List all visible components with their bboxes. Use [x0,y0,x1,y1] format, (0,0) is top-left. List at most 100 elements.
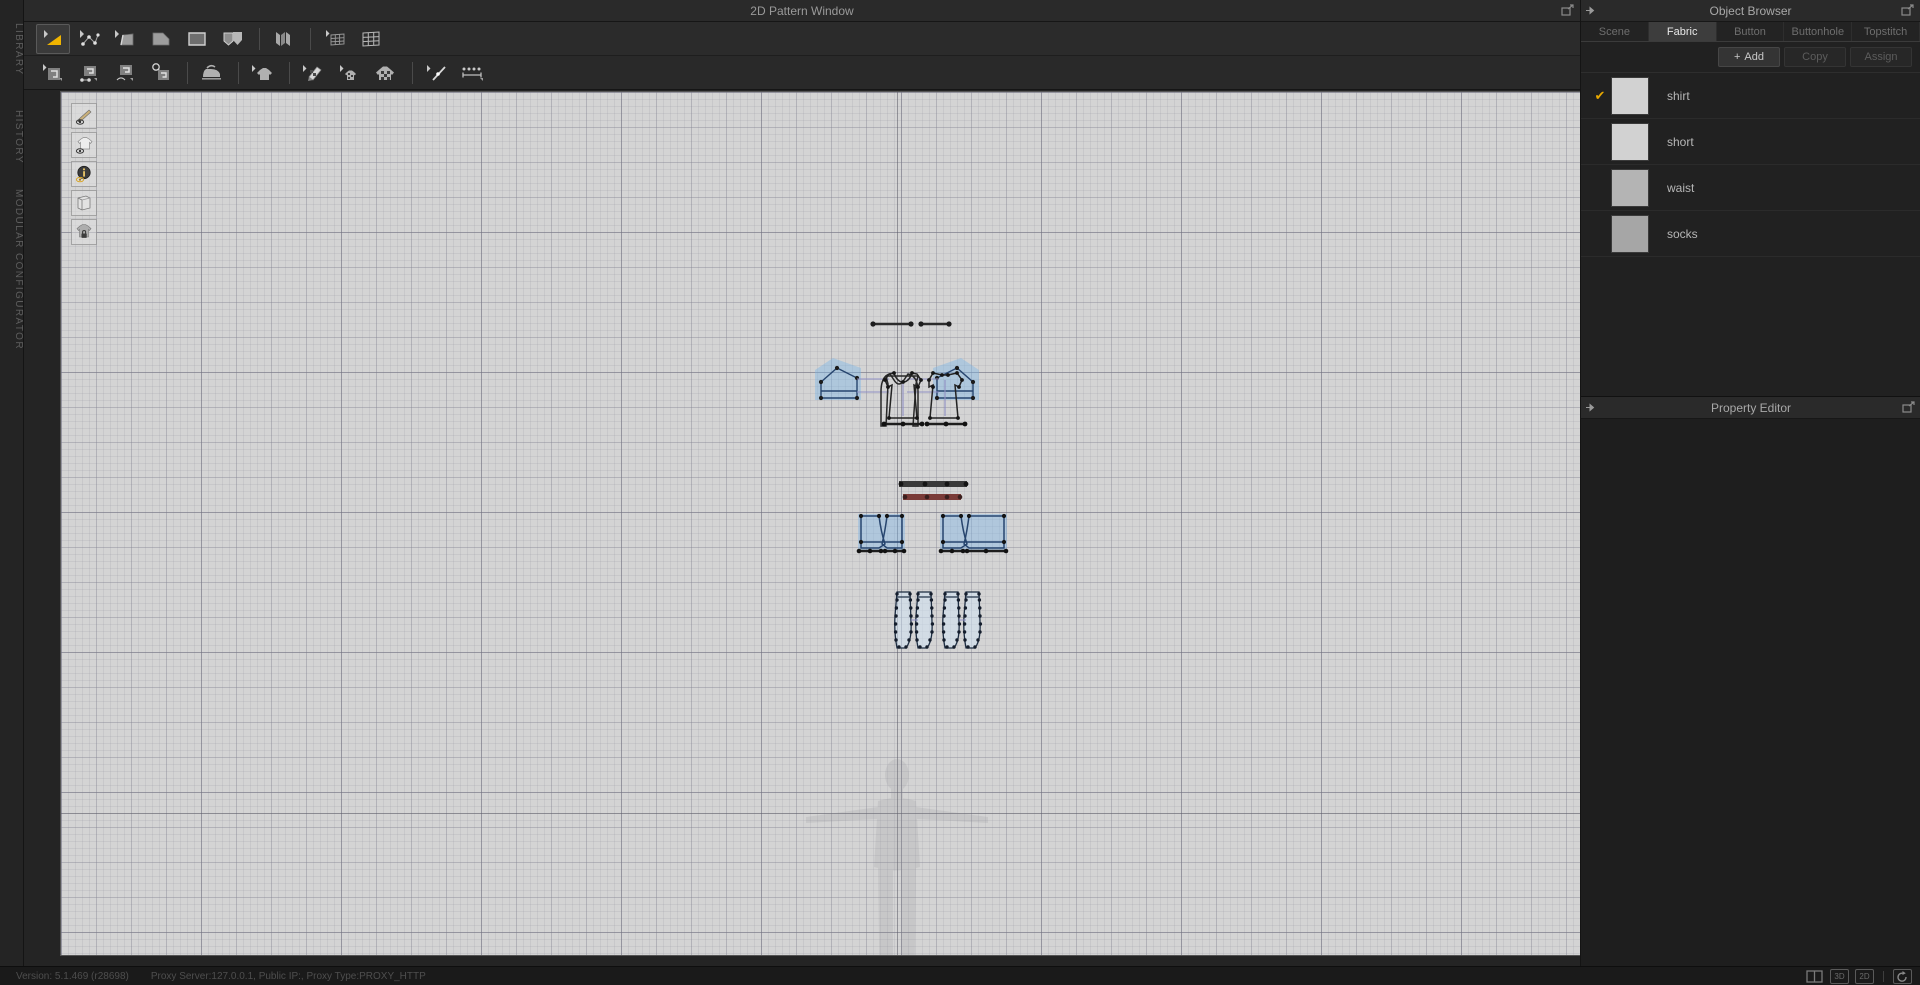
property-editor-title: Property Editor [1710,400,1792,415]
sidebar-item-modular-configurator[interactable]: MODULAR CONFIGURATOR [0,184,24,354]
measure-tool[interactable] [420,58,454,88]
add-fabric-label: Add [1744,51,1764,63]
polygon-select-tool[interactable] [36,23,70,54]
toolbar-separator [412,61,413,84]
fill-mesh-tool[interactable] [354,24,388,54]
sock-panel-3 [941,591,962,649]
status-divider [1883,971,1884,982]
pattern-window-titlebar: 2D Pattern Window [24,0,1580,22]
pattern-pieces-group[interactable] [61,92,1598,956]
assign-fabric-label: Assign [1864,51,1898,63]
view-mode-buttons: 3D 2D [1805,967,1912,985]
fabric-swatch[interactable] [1611,122,1649,161]
fabric-row-socks[interactable]: socks [1581,211,1920,257]
property-editor-panel: Property Editor [1581,396,1920,969]
fabric-swatch[interactable] [1611,214,1649,253]
select-garment-tool[interactable] [246,58,280,88]
segment-sewing-tool[interactable] [36,58,70,88]
fabric-label: waist [1667,180,1695,195]
plus-icon: + [1733,51,1741,63]
toolbar-separator [259,27,260,50]
view-3d-button[interactable]: 3D [1830,969,1849,984]
version-label: Version: 5.1.469 (r28698) [16,970,129,982]
sidebar-item-library[interactable]: LIBRARY [0,8,24,90]
check-sewing-tool[interactable] [144,58,178,88]
toolbar-separator [238,61,239,84]
waistband-dark[interactable] [898,481,969,487]
fabric-selected-check[interactable]: ✔ [1589,88,1611,104]
object-browser-header: Object Browser [1581,0,1920,22]
tab-topstitch[interactable]: Topstitch [1852,22,1920,41]
edit-curve-tool[interactable] [108,24,142,54]
copy-fabric-button[interactable]: Copy [1784,47,1846,67]
toolbar-row-1 [24,22,1580,56]
add-fabric-button[interactable]: + Add [1718,47,1780,67]
left-vertical-rail: LIBRARY HISTORY MODULAR CONFIGURATOR [0,0,24,966]
property-editor-header: Property Editor [1581,397,1920,419]
print-layout-tool[interactable] [333,58,367,88]
sidebar-item-label: MODULAR CONFIGURATOR [13,188,24,350]
toolbar-separator [289,61,290,84]
pin-icon[interactable] [1585,5,1596,19]
sidebar-item-label: HISTORY [13,110,24,164]
tab-label: Scene [1598,25,1630,38]
toolbar-row-2 [24,56,1580,90]
create-polygon-tool[interactable] [144,24,178,54]
fold-arrangement-tool[interactable] [195,58,229,88]
pleat-tool[interactable] [267,24,301,54]
short-panel-right [940,514,1007,552]
waistband-maroon[interactable] [902,494,963,500]
tab-label: Fabric [1666,25,1698,38]
assign-fabric-button[interactable]: Assign [1850,47,1912,67]
float-window-icon[interactable] [1561,4,1574,17]
tab-buttonhole[interactable]: Buttonhole [1784,22,1853,41]
fabric-label: short [1667,134,1694,149]
edit-mesh-tool[interactable] [318,24,352,54]
tab-label: Button [1734,25,1766,38]
fabric-row-short[interactable]: short [1581,119,1920,165]
edit-point-tool[interactable] [72,24,106,54]
shirt-sleeve-left [815,358,861,400]
float-object-browser-icon[interactable] [1901,4,1914,17]
m-to-n-sewing-tool[interactable] [108,58,142,88]
texture-edit-tool[interactable] [297,58,331,88]
view-2d-label: 2D [1859,972,1870,981]
fabric-label: socks [1667,226,1698,241]
sidebar-item-history[interactable]: HISTORY [0,96,24,178]
float-property-editor-icon[interactable] [1902,401,1915,414]
reset-view-button[interactable] [1893,969,1912,984]
view-2d-button[interactable]: 2D [1855,969,1874,984]
tab-label: Topstitch [1863,25,1908,38]
free-sewing-tool[interactable] [72,58,106,88]
internal-polygon-tool[interactable] [216,24,250,54]
sock-panel-1 [893,591,914,649]
object-browser-tabs: Scene Fabric Button Buttonhole Topstitch [1581,22,1920,42]
split-view-button[interactable] [1805,969,1824,984]
sidebar-item-label: LIBRARY [13,22,24,76]
fabric-swatch[interactable] [1611,76,1649,115]
pin-icon[interactable] [1585,402,1596,416]
create-rectangle-tool[interactable] [180,24,214,54]
page-title: 2D Pattern Window [750,3,854,18]
property-editor-body [1581,419,1920,969]
fabric-action-buttons: + Add Copy Assign [1581,42,1920,72]
tab-fabric[interactable]: Fabric [1648,22,1717,41]
fabric-swatch[interactable] [1611,168,1649,207]
fabric-row-waist[interactable]: waist [1581,165,1920,211]
fabric-row-shirt[interactable]: ✔ shirt [1581,73,1920,119]
object-browser-title: Object Browser [1709,3,1792,18]
copy-fabric-label: Copy [1802,51,1828,63]
toolbar-separator [187,61,188,84]
view-3d-label: 3D [1834,972,1845,981]
application-root: LIBRARY HISTORY MODULAR CONFIGURATOR 2D … [0,0,1920,985]
status-bar: Version: 5.1.469 (r28698) Proxy Server:1… [0,966,1920,985]
tab-label: Buttonhole [1791,25,1845,38]
pattern-canvas[interactable] [60,91,1598,956]
elastic-tool[interactable] [456,58,490,88]
fabric-list: ✔ shirt short waist socks [1581,72,1920,257]
fabric-label: shirt [1667,88,1690,103]
texture-garment-tool[interactable] [369,58,403,88]
right-dock: Object Browser Scene Fabric Button Butto… [1580,0,1920,969]
tab-button[interactable]: Button [1716,22,1785,41]
tab-scene[interactable]: Scene [1581,22,1649,41]
